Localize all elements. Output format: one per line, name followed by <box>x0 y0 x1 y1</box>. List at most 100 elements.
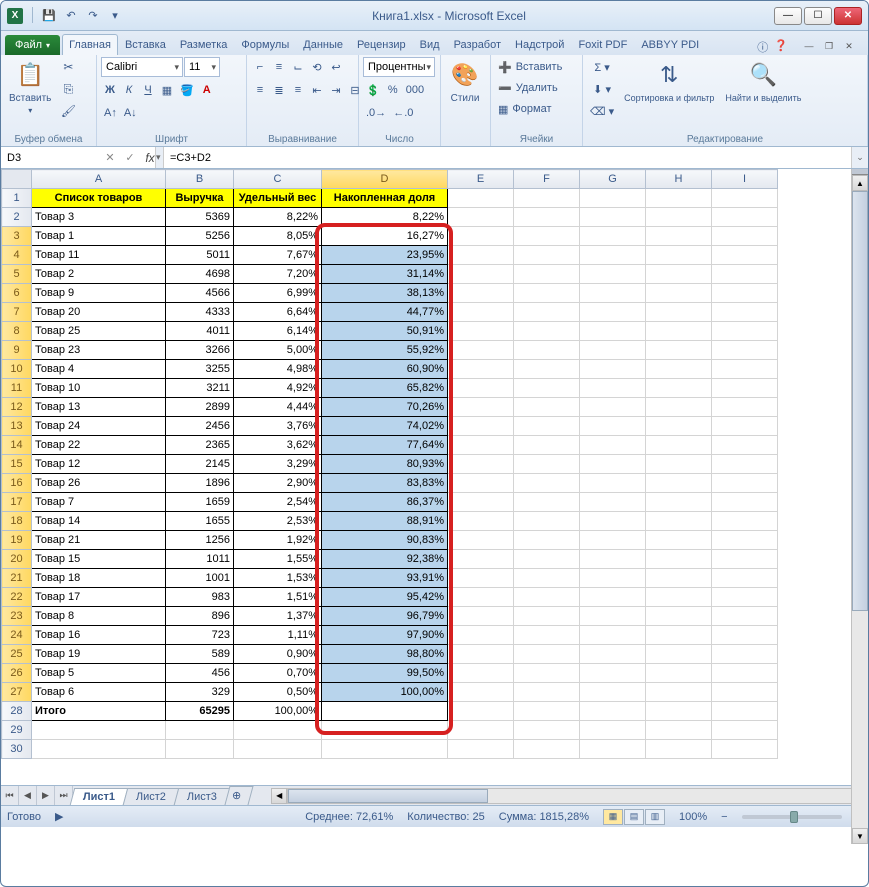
cell-A27[interactable]: Товар 6 <box>32 683 166 702</box>
cell-B14[interactable]: 2365 <box>166 436 234 455</box>
zoom-out-button[interactable]: − <box>721 811 727 823</box>
cell[interactable] <box>580 550 646 569</box>
cell[interactable] <box>514 683 580 702</box>
ribbon-tab-разметка[interactable]: Разметка <box>173 34 235 55</box>
cell[interactable] <box>448 493 514 512</box>
cell-B4[interactable]: 5011 <box>166 246 234 265</box>
row-header-12[interactable]: 12 <box>2 398 32 417</box>
cell-D14[interactable]: 77,64% <box>322 436 448 455</box>
cell[interactable] <box>448 588 514 607</box>
cell[interactable] <box>514 208 580 227</box>
cell-A1[interactable]: Список товаров <box>32 189 166 208</box>
cell[interactable] <box>712 493 778 512</box>
cell[interactable] <box>580 246 646 265</box>
cell-C11[interactable]: 4,92% <box>234 379 322 398</box>
hscroll-thumb[interactable] <box>288 789 488 803</box>
close-button[interactable]: ✕ <box>834 7 862 25</box>
cell[interactable] <box>646 474 712 493</box>
row-header-16[interactable]: 16 <box>2 474 32 493</box>
next-sheet-button[interactable]: ▶ <box>37 786 55 805</box>
cell-B21[interactable]: 1001 <box>166 569 234 588</box>
expand-formula-bar[interactable]: ⌄ <box>851 147 868 168</box>
cell-C7[interactable]: 6,64% <box>234 303 322 322</box>
italic-button[interactable]: К <box>120 80 138 100</box>
row-header-22[interactable]: 22 <box>2 588 32 607</box>
ribbon-tab-данные[interactable]: Данные <box>296 34 350 55</box>
cell[interactable] <box>514 531 580 550</box>
cell-C17[interactable]: 2,54% <box>234 493 322 512</box>
worksheet-grid[interactable]: ABCDEFGHI1Список товаровВыручкаУдельный … <box>1 169 868 785</box>
sort-filter-button[interactable]: ⇅ Сортировка и фильтр <box>620 57 718 105</box>
row-header-17[interactable]: 17 <box>2 493 32 512</box>
cell-C26[interactable]: 0,70% <box>234 664 322 683</box>
cell-D12[interactable]: 70,26% <box>322 398 448 417</box>
cell[interactable] <box>646 702 712 721</box>
cell-A24[interactable]: Товар 16 <box>32 626 166 645</box>
cell-A15[interactable]: Товар 12 <box>32 455 166 474</box>
cell[interactable] <box>448 645 514 664</box>
cell-B7[interactable]: 4333 <box>166 303 234 322</box>
cell-D23[interactable]: 96,79% <box>322 607 448 626</box>
font-size-combo[interactable]: 11 <box>184 57 220 77</box>
row-header-14[interactable]: 14 <box>2 436 32 455</box>
cell-D24[interactable]: 97,90% <box>322 626 448 645</box>
underline-button[interactable]: Ч <box>139 80 157 100</box>
cell[interactable] <box>712 740 778 759</box>
cell[interactable] <box>32 740 166 759</box>
cell-D8[interactable]: 50,91% <box>322 322 448 341</box>
cell[interactable] <box>712 341 778 360</box>
sheet-tab-Лист1[interactable]: Лист1 <box>70 788 129 805</box>
cell[interactable] <box>580 588 646 607</box>
prev-sheet-button[interactable]: ◀ <box>19 786 37 805</box>
row-header-6[interactable]: 6 <box>2 284 32 303</box>
cell-D21[interactable]: 93,91% <box>322 569 448 588</box>
cell[interactable] <box>514 303 580 322</box>
cell[interactable] <box>712 645 778 664</box>
cell[interactable] <box>712 512 778 531</box>
cell[interactable] <box>514 284 580 303</box>
col-header-A[interactable]: A <box>32 170 166 189</box>
cell[interactable] <box>646 379 712 398</box>
cell[interactable] <box>646 645 712 664</box>
row-header-15[interactable]: 15 <box>2 455 32 474</box>
cell-A4[interactable]: Товар 11 <box>32 246 166 265</box>
row-header-20[interactable]: 20 <box>2 550 32 569</box>
redo-button[interactable]: ↷ <box>84 7 102 25</box>
wrap-text-button[interactable]: ↩ <box>327 57 345 77</box>
cell-B10[interactable]: 3255 <box>166 360 234 379</box>
sheet-tab-Лист2[interactable]: Лист2 <box>123 788 180 805</box>
align-bottom-button[interactable]: ⌙ <box>289 57 307 77</box>
cell-A25[interactable]: Товар 19 <box>32 645 166 664</box>
cell-A14[interactable]: Товар 22 <box>32 436 166 455</box>
cell[interactable] <box>448 303 514 322</box>
cell-A28[interactable]: Итого <box>32 702 166 721</box>
cell[interactable] <box>646 208 712 227</box>
shrink-font-button[interactable]: A↓ <box>121 103 140 123</box>
cell[interactable] <box>580 607 646 626</box>
cell-B16[interactable]: 1896 <box>166 474 234 493</box>
file-tab[interactable]: Файл▾ <box>5 35 60 55</box>
cell[interactable] <box>514 379 580 398</box>
ribbon-tab-формулы[interactable]: Формулы <box>234 34 296 55</box>
cell[interactable] <box>448 398 514 417</box>
cell[interactable] <box>712 474 778 493</box>
col-header-I[interactable]: I <box>712 170 778 189</box>
zoom-level[interactable]: 100% <box>679 811 707 823</box>
undo-button[interactable]: ↶ <box>62 7 80 25</box>
cell-A26[interactable]: Товар 5 <box>32 664 166 683</box>
cell-C21[interactable]: 1,53% <box>234 569 322 588</box>
cell-C3[interactable]: 8,05% <box>234 227 322 246</box>
cell-B26[interactable]: 456 <box>166 664 234 683</box>
cell[interactable] <box>580 531 646 550</box>
fill-color-button[interactable]: 🪣 <box>177 80 197 100</box>
orientation-button[interactable]: ⟲ <box>308 57 326 77</box>
row-header-1[interactable]: 1 <box>2 189 32 208</box>
cell-C24[interactable]: 1,11% <box>234 626 322 645</box>
cell[interactable] <box>166 721 234 740</box>
cell-D2[interactable]: 8,22% <box>322 208 448 227</box>
cell-D9[interactable]: 55,92% <box>322 341 448 360</box>
qat-customize[interactable]: ▾ <box>106 7 124 25</box>
row-header-25[interactable]: 25 <box>2 645 32 664</box>
cell-B20[interactable]: 1011 <box>166 550 234 569</box>
row-header-10[interactable]: 10 <box>2 360 32 379</box>
